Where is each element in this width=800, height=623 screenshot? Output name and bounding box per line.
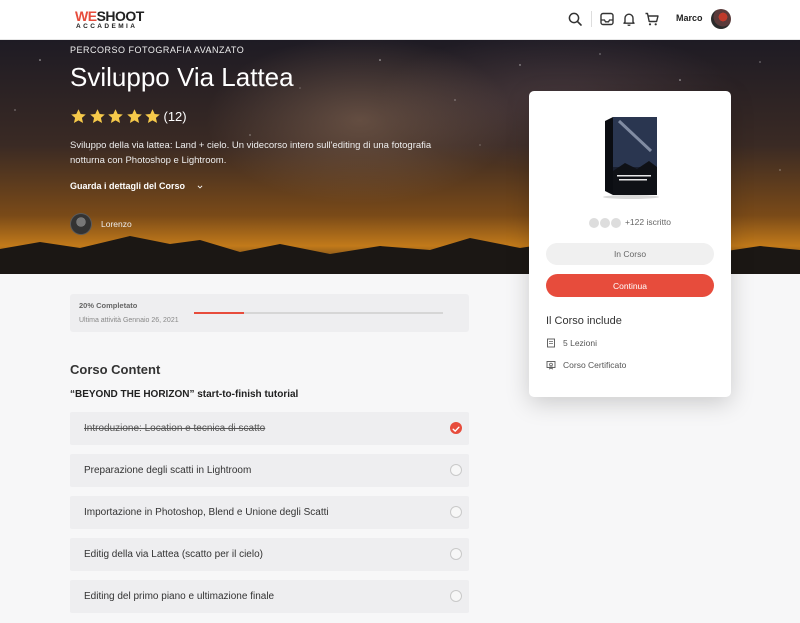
- author-avatar[interactable]: [70, 213, 92, 235]
- author-name[interactable]: Lorenzo: [101, 219, 132, 229]
- include-certificate: Corso Certificato: [546, 359, 626, 371]
- course-status-button[interactable]: In Corso: [546, 243, 714, 265]
- course-sidebar-card: +122 iscritto In Corso Continua Il Corso…: [529, 91, 731, 397]
- course-category: PERCORSO FOTOGRAFIA AVANZATO: [70, 45, 245, 55]
- course-details-link[interactable]: Guarda i dettagli del Corso: [70, 181, 203, 191]
- lesson-check-icon[interactable]: [450, 548, 462, 560]
- lesson-item[interactable]: Importazione in Photoshop, Blend e Union…: [70, 496, 469, 529]
- lesson-item[interactable]: Introduzione: Location e tecnica di scat…: [70, 412, 469, 445]
- include-label: 5 Lezioni: [563, 338, 598, 348]
- section-title: Corso Content: [70, 362, 161, 377]
- weshoot-logo[interactable]: WESHOOT ACCADEMIA: [75, 8, 145, 32]
- chevron-down-icon: [197, 185, 202, 189]
- course-title: Sviluppo Via Lattea: [70, 62, 294, 92]
- continue-button[interactable]: Continua: [546, 274, 714, 297]
- lesson-label: Importazione in Photoshop, Blend e Union…: [84, 507, 329, 518]
- progress-card: 20% Completato Ultima attività Gennaio 2…: [70, 294, 469, 332]
- book-icon: [547, 338, 555, 348]
- progress-label: 20% Completato: [79, 301, 138, 310]
- lesson-label: Editig della via Lattea (scatto per il c…: [84, 549, 263, 560]
- lesson-check-icon[interactable]: [450, 422, 462, 434]
- avatar: [610, 218, 621, 229]
- lesson-label: Introduzione: Location e tecnica di scat…: [84, 423, 266, 434]
- top-navigation-bar: WESHOOT ACCADEMIA Marco: [0, 0, 800, 40]
- header-divider: [591, 11, 592, 27]
- star-icon: [89, 109, 105, 123]
- course-description: Sviluppo della via lattea: Land + cielo.…: [70, 140, 432, 166]
- lesson-item[interactable]: Editig della via Lattea (scatto per il c…: [70, 538, 469, 571]
- includes-title: Il Corso include: [546, 315, 622, 327]
- course-details-label: Guarda i dettagli del Corso: [70, 181, 186, 191]
- progress-bar: [194, 312, 443, 314]
- user-name[interactable]: Marco: [676, 13, 703, 23]
- course-box-image: [603, 117, 659, 199]
- avatar: [599, 218, 610, 229]
- star-icon: [126, 109, 142, 123]
- include-lessons: 5 Lezioni: [546, 337, 597, 349]
- lesson-check-icon[interactable]: [450, 590, 462, 602]
- include-label: Corso Certificato: [563, 360, 627, 370]
- logo-text: SHOOT: [96, 8, 145, 24]
- lesson-label: Preparazione degli scatti in Lightroom: [84, 465, 252, 476]
- lesson-label: Editing del primo piano e ultimazione fi…: [84, 591, 275, 602]
- enrolled-count: +122 iscritto: [529, 217, 731, 229]
- lesson-item[interactable]: Editing del primo piano e ultimazione fi…: [70, 580, 469, 613]
- lesson-item[interactable]: Preparazione degli scatti in Lightroom: [70, 454, 469, 487]
- star-icon: [71, 109, 86, 123]
- inbox-icon[interactable]: [599, 11, 615, 27]
- certificate-icon: [546, 361, 556, 370]
- rating-count: (12): [163, 109, 187, 124]
- progress-bar-fill: [194, 312, 244, 314]
- cart-icon[interactable]: [644, 11, 660, 27]
- lesson-check-icon[interactable]: [450, 506, 462, 518]
- course-rating: (12): [70, 108, 187, 125]
- star-icon: [108, 109, 123, 123]
- user-avatar[interactable]: [711, 9, 731, 29]
- logo-subtitle: ACCADEMIA: [76, 23, 138, 30]
- last-activity: Ultima attività Gennaio 26, 2021: [79, 317, 179, 324]
- enrolled-avatars: [588, 217, 622, 229]
- lesson-check-icon[interactable]: [450, 464, 462, 476]
- tutorial-title: “BEYOND THE HORIZON” start-to-finish tut…: [70, 389, 299, 400]
- bell-icon[interactable]: [621, 11, 637, 27]
- star-icon: [145, 109, 160, 123]
- enrolled-label: +122 iscritto: [624, 217, 672, 227]
- avatar: [588, 218, 599, 229]
- search-icon[interactable]: [567, 11, 583, 27]
